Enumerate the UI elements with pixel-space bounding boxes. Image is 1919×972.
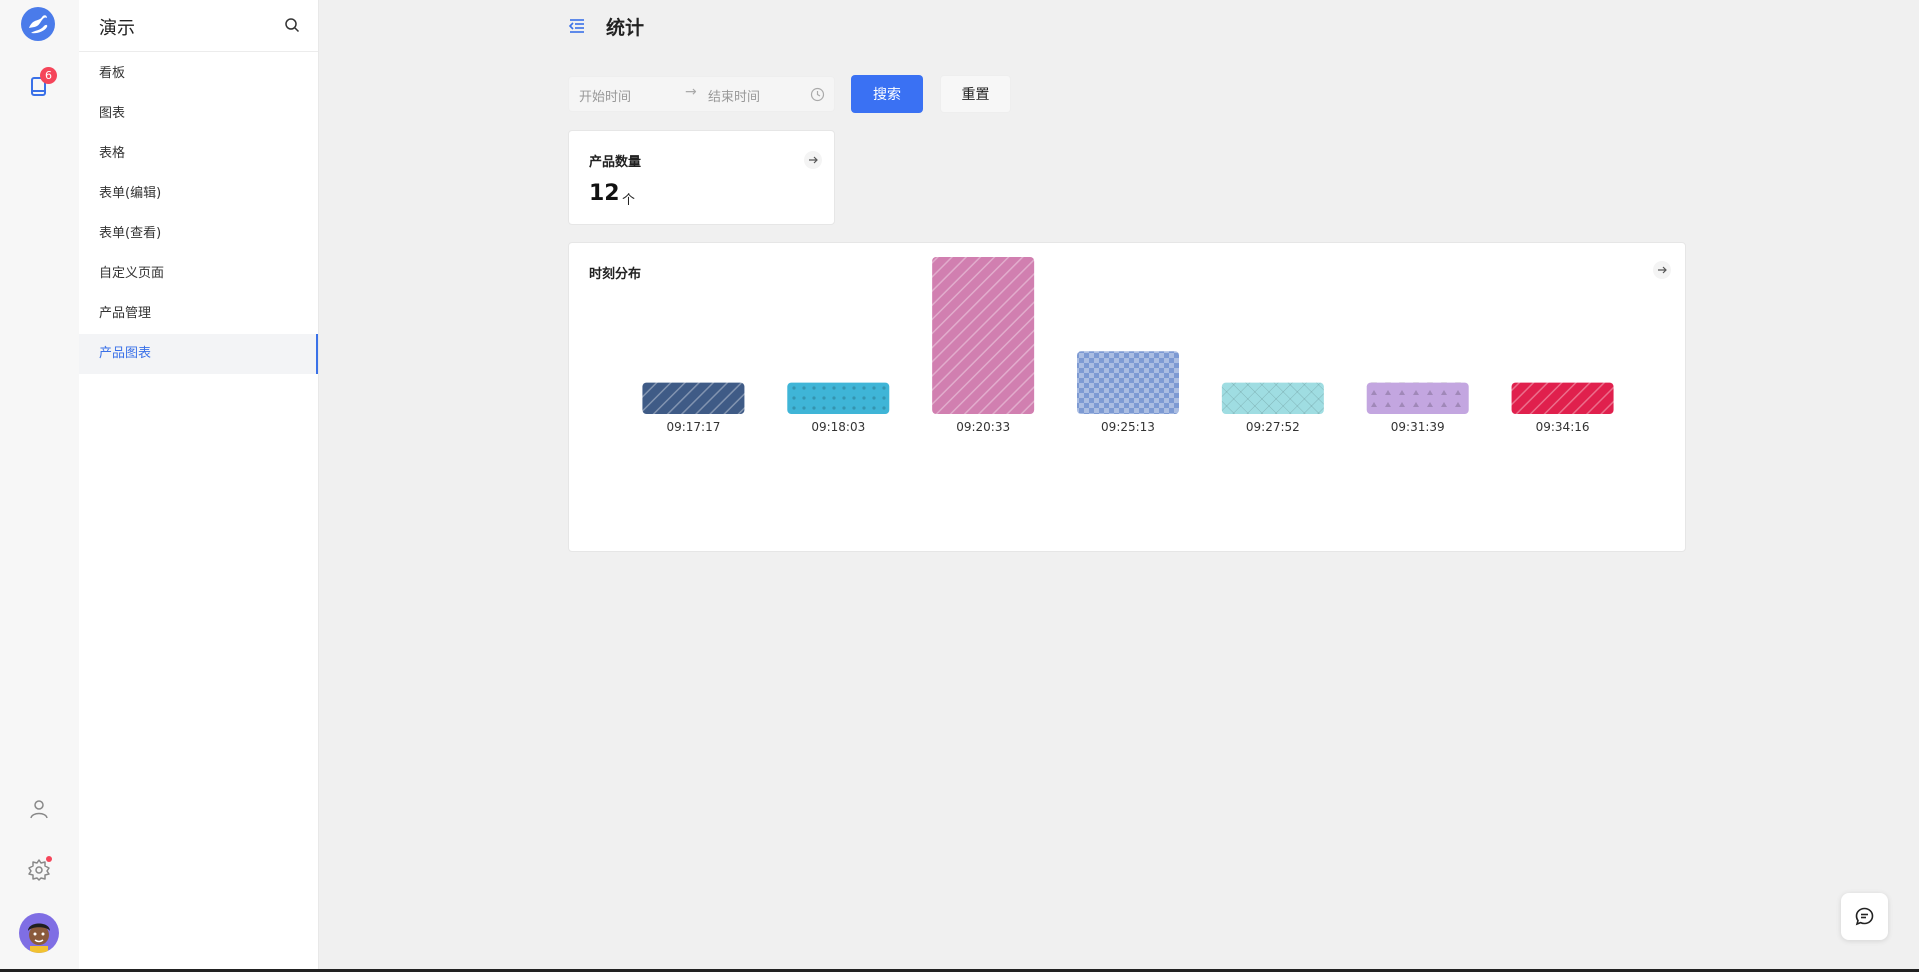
reset-button[interactable]: 重置 <box>940 75 1011 113</box>
x-tick-label: 09:25:13 <box>1101 420 1155 434</box>
collapse-menu-icon[interactable] <box>568 17 586 35</box>
x-tick-label: 09:18:03 <box>811 420 865 434</box>
date-range-picker[interactable]: 开始时间 → 结束时间 <box>568 76 835 112</box>
product-count-card: 产品数量 12 个 <box>568 130 835 225</box>
bar-4[interactable] <box>1221 382 1324 414</box>
stat-unit: 个 <box>622 193 636 208</box>
avatar[interactable] <box>19 913 59 953</box>
x-tick-label: 09:31:39 <box>1391 420 1445 434</box>
arrow-right-icon[interactable] <box>804 151 822 169</box>
settings-alert-dot <box>46 856 52 862</box>
end-time-input[interactable]: 结束时间 <box>708 86 760 105</box>
x-tick-label: 09:34:16 <box>1536 420 1590 434</box>
sidebar-item-tables[interactable]: 表格 <box>79 134 318 174</box>
bar-3[interactable] <box>1077 351 1179 414</box>
time-distribution-card: 时刻分布 09:17:17 09:18:03 09:20:33 09:25:13 09:… <box>568 242 1686 552</box>
clock-icon <box>810 87 825 102</box>
sidebar-title: 演示 <box>99 18 135 39</box>
sidebar-menu: 看板 图表 表格 表单(编辑) 表单(查看) 自定义页面 产品管理 产品图表 <box>79 52 318 374</box>
bar-6[interactable] <box>1511 382 1614 414</box>
x-tick-label: 09:17:17 <box>666 420 720 434</box>
x-axis-labels: 09:17:17 09:18:03 09:20:33 09:25:13 09:27:52… <box>666 420 1589 434</box>
sidebar-item-form-view[interactable]: 表单(查看) <box>79 214 318 254</box>
bar-5[interactable] <box>1366 382 1469 414</box>
icon-rail: 6 <box>0 0 79 972</box>
range-separator: → <box>685 84 697 100</box>
search-icon[interactable] <box>284 17 300 33</box>
x-tick-label: 09:27:52 <box>1246 420 1300 434</box>
bars-group <box>642 257 1614 414</box>
start-time-input[interactable]: 开始时间 <box>579 86 631 105</box>
chat-icon <box>1855 907 1874 926</box>
sidebar-item-form-edit[interactable]: 表单(编辑) <box>79 174 318 214</box>
sidebar-item-charts[interactable]: 图表 <box>79 94 318 134</box>
sidebar: 演示 看板 图表 表格 表单(编辑) 表单(查看) 自定义页面 产品管理 产品图… <box>79 0 319 972</box>
search-button[interactable]: 搜索 <box>851 75 923 113</box>
notification-badge: 6 <box>40 67 57 84</box>
bar-2[interactable] <box>932 257 1035 414</box>
sidebar-item-dashboard[interactable]: 看板 <box>79 54 318 94</box>
page-title: 统计 <box>606 16 645 39</box>
bar-1[interactable] <box>787 382 890 414</box>
stat-value: 12 <box>589 181 620 206</box>
bar-0[interactable] <box>642 382 745 414</box>
sidebar-item-product-charts[interactable]: 产品图表 <box>79 334 318 374</box>
app-logo[interactable] <box>20 6 56 42</box>
user-icon[interactable] <box>28 798 50 820</box>
chat-button[interactable] <box>1841 893 1888 940</box>
x-tick-label: 09:20:33 <box>956 420 1010 434</box>
sidebar-item-product-management[interactable]: 产品管理 <box>79 294 318 334</box>
card-title: 产品数量 <box>589 155 642 170</box>
page-header: 统计 <box>568 12 644 40</box>
bar-chart: 09:17:17 09:18:03 09:20:33 09:25:13 09:27:52… <box>642 257 1614 434</box>
sidebar-header: 演示 <box>79 0 318 52</box>
sidebar-item-custom-page[interactable]: 自定义页面 <box>79 254 318 294</box>
